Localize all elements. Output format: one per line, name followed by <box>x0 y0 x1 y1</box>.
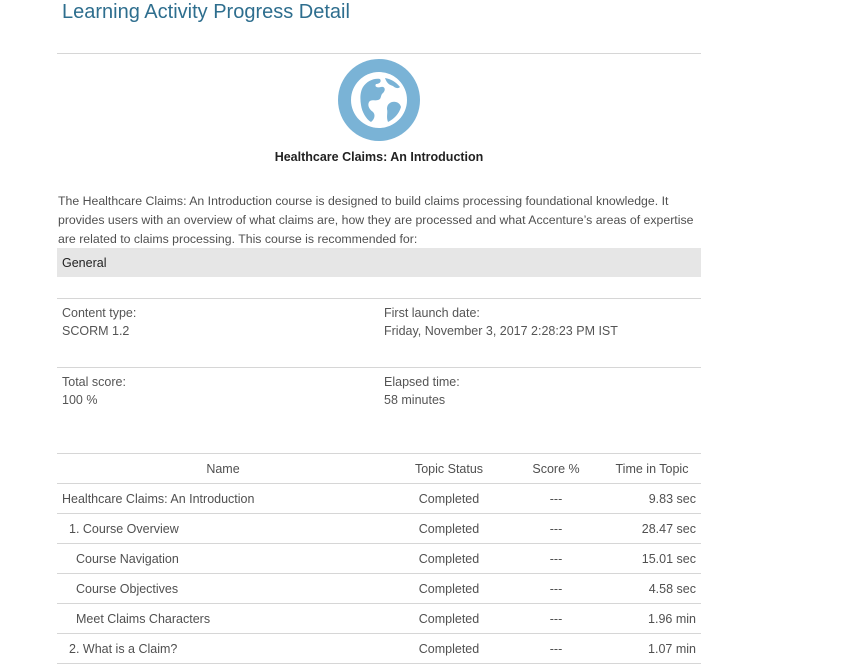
topic-status: Completed <box>389 483 509 514</box>
table-row: Course Navigation Completed --- 15.01 se… <box>57 543 701 574</box>
total-score-field: Total score: 100 % <box>62 373 126 409</box>
course-title: Healthcare Claims: An Introduction <box>274 150 484 164</box>
first-launch-field: First launch date: Friday, November 3, 2… <box>384 304 618 340</box>
first-launch-label: First launch date: <box>384 306 480 320</box>
table-row: 2. What is a Claim? Completed --- 1.07 m… <box>57 633 701 664</box>
column-header-name: Name <box>57 453 389 484</box>
audience-value: General <box>62 256 107 270</box>
topic-name: 1. Course Overview <box>57 513 389 544</box>
topic-status: Completed <box>389 543 509 574</box>
topic-score: --- <box>509 543 603 574</box>
topic-score: --- <box>509 573 603 604</box>
topic-status: Completed <box>389 603 509 634</box>
first-launch-value: Friday, November 3, 2017 2:28:23 PM IST <box>384 324 618 338</box>
topic-score: --- <box>509 633 603 664</box>
topic-score: --- <box>509 513 603 544</box>
column-header-time: Time in Topic <box>603 453 701 484</box>
topic-time: 4.58 sec <box>603 573 701 604</box>
content-type-field: Content type: SCORM 1.2 <box>62 304 136 340</box>
table-header-row: Name Topic Status Score % Time in Topic <box>57 453 701 484</box>
topic-name: Course Objectives <box>57 573 389 604</box>
topic-time: 1.96 min <box>603 603 701 634</box>
topic-time: 9.83 sec <box>603 483 701 514</box>
page-title: Learning Activity Progress Detail <box>62 1 350 23</box>
topic-status: Completed <box>389 633 509 664</box>
table-row: Meet Claims Characters Completed --- 1.9… <box>57 603 701 634</box>
topic-name: Healthcare Claims: An Introduction <box>57 483 389 514</box>
topic-status: Completed <box>389 513 509 544</box>
topic-time: 1.07 min <box>603 633 701 664</box>
total-score-label: Total score: <box>62 375 126 389</box>
topic-score: --- <box>509 483 603 514</box>
topic-name: Meet Claims Characters <box>57 603 389 634</box>
column-header-score: Score % <box>509 453 603 484</box>
topic-name: Course Navigation <box>57 543 389 574</box>
header-divider <box>57 53 701 54</box>
column-header-status: Topic Status <box>389 453 509 484</box>
content-type-value: SCORM 1.2 <box>62 324 130 338</box>
topic-status: Completed <box>389 573 509 604</box>
content-type-label: Content type: <box>62 306 137 320</box>
topic-score: --- <box>509 603 603 634</box>
details-divider <box>57 367 701 368</box>
topic-name: 2. What is a Claim? <box>57 633 389 664</box>
course-description: The Healthcare Claims: An Introduction c… <box>58 194 694 246</box>
elapsed-time-label: Elapsed time: <box>384 375 460 389</box>
audience-bar: General <box>57 248 701 277</box>
globe-icon <box>338 59 420 141</box>
elapsed-time-field: Elapsed time: 58 minutes <box>384 373 460 409</box>
table-row: 1. Course Overview Completed --- 28.47 s… <box>57 513 701 544</box>
total-score-value: 100 % <box>62 393 98 407</box>
table-row: Course Objectives Completed --- 4.58 sec <box>57 573 701 604</box>
topic-time: 28.47 sec <box>603 513 701 544</box>
topic-progress-table: Name Topic Status Score % Time in Topic … <box>57 453 701 664</box>
table-row: Healthcare Claims: An Introduction Compl… <box>57 483 701 514</box>
topic-time: 15.01 sec <box>603 543 701 574</box>
elapsed-time-value: 58 minutes <box>384 393 446 407</box>
details-divider <box>57 298 701 299</box>
